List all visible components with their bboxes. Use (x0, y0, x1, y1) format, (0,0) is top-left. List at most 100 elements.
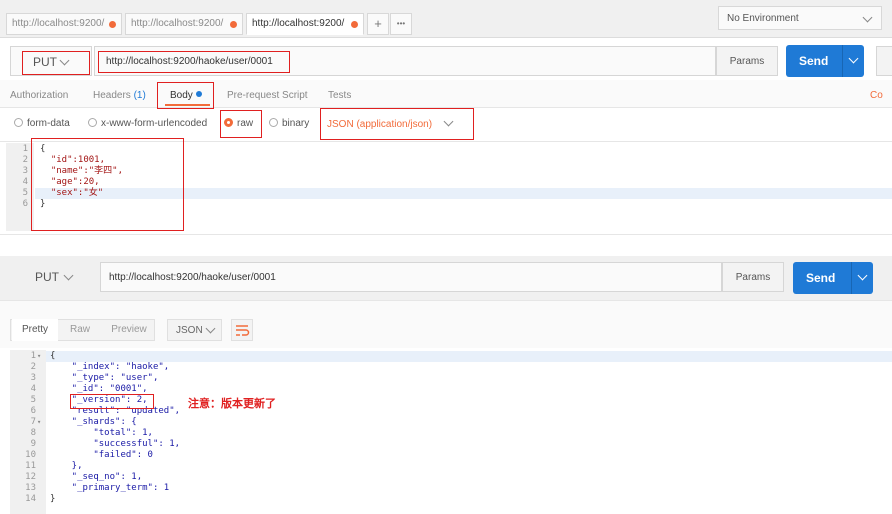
code-line: } (50, 494, 56, 504)
request-tab[interactable]: http://localhost:9200/ (6, 13, 122, 35)
more-tabs-button[interactable]: ••• (390, 13, 412, 35)
code-line: "_seq_no": 1, (50, 472, 143, 482)
response-code: { "_index": "haoke", "_type": "user", "_… (50, 351, 180, 505)
line-number: 2 (22, 155, 28, 165)
line-number: 4 (30, 384, 36, 394)
send-dropdown-toggle[interactable] (851, 262, 873, 294)
line-number: 3 (22, 166, 28, 176)
line-number: 9 (30, 439, 36, 449)
cookies-link[interactable]: Co (870, 90, 883, 101)
request-line-numbers: 1 2 3 4 5 6 (6, 144, 28, 210)
url-text: http://localhost:9200/haoke/user/0001 (109, 272, 276, 283)
tab-tests[interactable]: Tests (328, 90, 351, 101)
line-number: 5 (30, 395, 36, 405)
highlight-box (157, 82, 214, 109)
radio-icon (14, 118, 23, 127)
unsaved-dot-icon (351, 21, 358, 28)
tab-label: http://localhost:9200/ (12, 18, 105, 29)
code-line: "total": 1, (50, 428, 153, 438)
raw-button[interactable]: Raw (60, 319, 100, 341)
line-number: 6 (30, 406, 36, 416)
environment-label: No Environment (727, 13, 799, 24)
pretty-button[interactable]: Pretty (12, 319, 58, 341)
request-tab[interactable]: http://localhost:9200/ (125, 13, 243, 35)
method-select[interactable]: PUT (10, 262, 100, 292)
add-tab-button[interactable]: + (367, 13, 389, 35)
annotation-note: 注意：版本更新了 (188, 398, 276, 410)
line-number: 5 (22, 188, 28, 198)
radio-label: x-www-form-urlencoded (101, 118, 208, 129)
preview-button[interactable]: Preview (102, 319, 156, 341)
tab-authorization[interactable]: Authorization (10, 90, 68, 101)
line-number: 7 (30, 417, 36, 427)
tab-prerequest[interactable]: Pre-request Script (227, 90, 308, 101)
line-number: 10 (25, 450, 36, 460)
highlight-box (31, 138, 184, 231)
line-number: 2 (30, 362, 36, 372)
params-button[interactable]: Params (716, 46, 778, 76)
send-label: Send (806, 271, 836, 285)
line-number: 14 (25, 494, 36, 504)
tab-headers[interactable]: Headers (1) (93, 90, 146, 101)
radio-form-data[interactable]: form-data (14, 118, 70, 129)
line-number: 1 (22, 144, 28, 154)
code-line: { (50, 351, 56, 361)
code-line: "_shards": { (50, 417, 137, 427)
line-number: 4 (22, 177, 28, 187)
highlight-box (98, 51, 290, 73)
chevron-down-icon (857, 270, 868, 281)
environment-select[interactable]: No Environment (718, 6, 882, 30)
code-line: "failed": 0 (50, 450, 153, 460)
fold-arrow-icon[interactable]: ▾ (37, 351, 41, 362)
highlight-box (320, 108, 474, 140)
tab-label: http://localhost:9200/ (131, 18, 224, 29)
params-button[interactable]: Params (722, 262, 784, 292)
send-button[interactable]: Send (793, 262, 873, 294)
chevron-down-icon (63, 270, 74, 281)
unsaved-dot-icon (230, 21, 237, 28)
chevron-down-icon (205, 323, 216, 334)
radio-binary[interactable]: binary (269, 118, 309, 129)
chevron-down-icon (862, 12, 873, 23)
radio-icon (269, 118, 278, 127)
send-button[interactable]: Send (786, 45, 864, 77)
unsaved-dot-icon (109, 21, 116, 28)
response-format-select[interactable]: JSON (167, 319, 222, 341)
request-tab-active[interactable]: http://localhost:9200/ (246, 13, 364, 35)
line-number: 11 (25, 461, 36, 471)
wrap-icon (236, 325, 250, 336)
format-label: JSON (176, 325, 203, 336)
wrap-lines-button[interactable] (231, 319, 253, 341)
tab-label: http://localhost:9200/ (252, 18, 345, 29)
chevron-down-icon (848, 53, 859, 64)
fold-markers: ▾ ▾ (37, 351, 41, 428)
code-line: }, (50, 461, 83, 471)
line-number: 1 (30, 351, 36, 361)
radio-icon (88, 118, 97, 127)
response-line-numbers: 1 2 3 4 5 6 7 8 9 10 11 12 13 14 (14, 351, 36, 505)
code-line: "successful": 1, (50, 439, 181, 449)
radio-label: binary (282, 118, 310, 129)
method-label: PUT (35, 270, 59, 284)
radio-label: form-data (27, 118, 70, 129)
headers-label: Headers (93, 90, 131, 101)
highlight-box (22, 51, 90, 75)
radio-urlencoded[interactable]: x-www-form-urlencoded (88, 118, 207, 129)
highlight-box (220, 110, 262, 138)
code-line: "_primary_term": 1 (50, 483, 170, 493)
line-number: 3 (30, 373, 36, 383)
highlight-box (70, 394, 154, 409)
send-label: Send (799, 54, 829, 68)
line-number: 6 (22, 199, 28, 209)
headers-count: (1) (133, 90, 146, 101)
url-input[interactable]: http://localhost:9200/haoke/user/0001 (100, 262, 722, 292)
line-number: 8 (30, 428, 36, 438)
code-line: "_type": "user", (50, 373, 159, 383)
save-button-partial[interactable] (876, 46, 892, 76)
section-divider (0, 234, 892, 256)
code-line: "_index": "haoke", (50, 362, 170, 372)
line-number: 13 (25, 483, 36, 493)
fold-arrow-icon[interactable]: ▾ (37, 417, 41, 428)
line-number: 12 (25, 472, 36, 482)
send-dropdown-toggle[interactable] (842, 45, 864, 77)
